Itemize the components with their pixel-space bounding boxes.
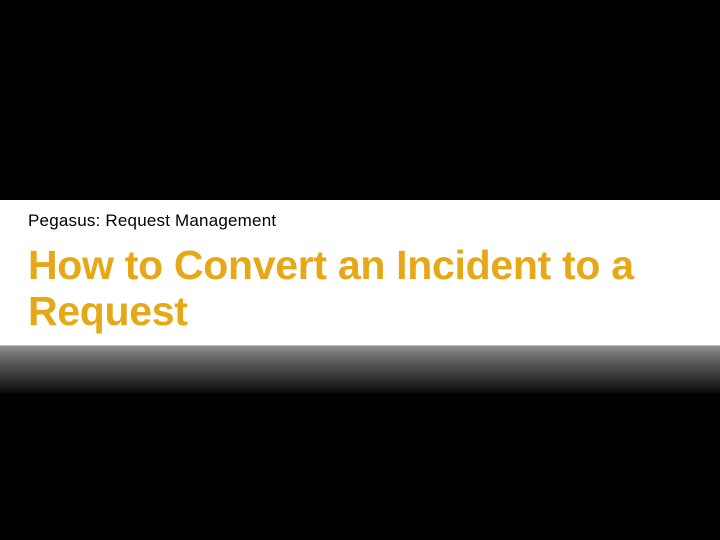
slide-title: How to Convert an Incident to a Request (0, 237, 720, 345)
slide: Pegasus: Request Management How to Conve… (0, 0, 720, 540)
content-band: Pegasus: Request Management How to Conve… (0, 200, 720, 393)
gradient-divider (0, 345, 720, 393)
slide-subtitle: Pegasus: Request Management (0, 200, 720, 237)
